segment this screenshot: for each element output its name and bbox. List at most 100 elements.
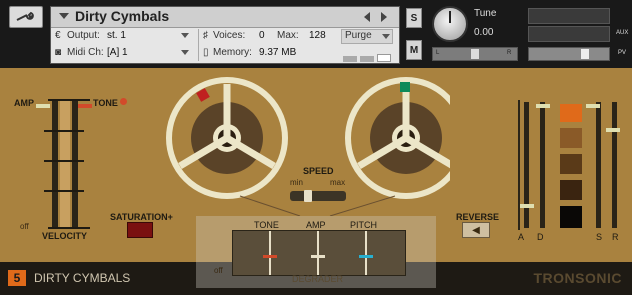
release-track[interactable] — [612, 102, 617, 228]
sustain-track[interactable] — [596, 102, 601, 228]
purge-bar — [343, 56, 357, 62]
adsr-level-block — [560, 206, 582, 228]
collapse-arrow-icon[interactable] — [59, 13, 69, 19]
output-dropdown-icon[interactable] — [181, 33, 189, 38]
volume-slider[interactable] — [528, 47, 610, 61]
brand-logo: TRONSONIC — [533, 270, 622, 286]
release-marker[interactable] — [606, 128, 620, 132]
purge-dropdown-icon — [382, 34, 390, 39]
adsr-level-block — [560, 154, 582, 174]
pan-handle[interactable] — [471, 49, 479, 59]
decay-marker[interactable] — [536, 104, 550, 108]
tune-label: Tune — [474, 8, 497, 19]
adsr-sustain-label: S — [596, 232, 603, 242]
mute-button[interactable]: M — [406, 40, 422, 60]
speed-slider[interactable] — [290, 190, 346, 202]
velocity-bottom-rail — [48, 227, 90, 229]
midi-icon: ◙ — [55, 47, 62, 58]
adsr-level-block — [560, 104, 582, 122]
amp-marker[interactable] — [36, 104, 50, 108]
aux-label[interactable]: AUX — [616, 30, 628, 36]
degrader-amp-track[interactable] — [317, 231, 319, 275]
memory-label: Memory: — [213, 47, 252, 58]
speed-label: SPEED — [303, 166, 334, 176]
purge-button[interactable]: Purge — [341, 29, 393, 44]
voices-icon: ♯ — [203, 30, 208, 41]
midi-channel-label: Midi Ch: — [67, 47, 104, 58]
sustain-marker[interactable] — [586, 104, 600, 108]
voices-label: Voices: — [213, 30, 246, 41]
reverse-label: REVERSE — [456, 212, 500, 222]
velocity-label: VELOCITY — [42, 231, 88, 241]
attack-track[interactable] — [524, 102, 529, 228]
degrader-pitch-label: PITCH — [350, 220, 377, 230]
instrument-name: DIRTY CYMBALS — [34, 271, 131, 285]
degrader-pitch-marker[interactable] — [359, 255, 373, 258]
level-meter-left — [528, 8, 610, 24]
pan-left-label: L — [436, 50, 440, 56]
memory-value: 9.37 MB — [259, 47, 297, 58]
level-meter-right — [528, 26, 610, 42]
velocity-amp-track[interactable] — [52, 101, 58, 227]
degrader-tone-marker[interactable] — [263, 255, 277, 258]
pan-right-label: R — [507, 50, 512, 56]
midi-dropdown-icon[interactable] — [181, 50, 189, 55]
degrader-tone-track[interactable] — [269, 231, 271, 275]
memory-icon: ▯ — [203, 47, 209, 58]
title-bar: Dirty Cymbals — [51, 7, 399, 28]
adsr-level-block — [560, 128, 582, 148]
speed-max-label: max — [330, 178, 346, 187]
velocity-center — [60, 101, 70, 227]
velocity-tick — [44, 190, 84, 192]
saturation-button[interactable] — [127, 222, 153, 238]
purge-indicator — [343, 49, 394, 67]
decay-track[interactable] — [540, 102, 545, 228]
wrench-icon[interactable] — [9, 6, 43, 28]
output-icon: € — [55, 30, 61, 41]
knob-indicator — [449, 11, 451, 23]
prev-instrument-icon[interactable] — [364, 12, 370, 22]
adsr-release-label: R — [612, 232, 619, 242]
output-value[interactable]: st. 1 — [107, 30, 126, 41]
attack-marker[interactable] — [520, 204, 534, 208]
instrument-number-badge: 5 — [8, 270, 26, 286]
output-label: Output: — [67, 30, 100, 41]
speed-handle[interactable] — [304, 190, 312, 202]
velocity-tick — [44, 160, 84, 162]
pan-slider[interactable]: L R — [432, 47, 518, 61]
voices-value: 0 — [259, 30, 265, 41]
tone-indicator-light — [120, 98, 127, 105]
tone-label: TONE — [93, 98, 118, 108]
divider — [198, 29, 199, 61]
midi-channel-value[interactable]: [A] 1 — [107, 47, 128, 58]
adsr-level-block — [560, 180, 582, 200]
tune-value[interactable]: 0.00 — [474, 27, 493, 38]
max-voices-label: Max: — [277, 30, 299, 41]
velocity-tone-track[interactable] — [72, 101, 78, 227]
pv-label[interactable]: PV — [618, 50, 626, 56]
max-voices-value[interactable]: 128 — [309, 30, 326, 41]
speed-min-label: min — [290, 178, 303, 187]
adsr-attack-label: A — [518, 232, 525, 242]
degrader-label: DEGRADER — [292, 274, 344, 284]
degrader-amp-marker[interactable] — [311, 255, 325, 258]
degrader-section: TONE AMP PITCH off DEGRADER — [196, 216, 436, 288]
purge-bar — [360, 56, 374, 62]
instrument-title[interactable]: Dirty Cymbals — [75, 8, 169, 24]
solo-button[interactable]: S — [406, 8, 422, 28]
tune-knob[interactable] — [432, 6, 468, 42]
amp-label: AMP — [14, 98, 34, 108]
purge-label: Purge — [345, 30, 372, 41]
left-reel[interactable] — [166, 77, 288, 199]
degrader-amp-label: AMP — [306, 220, 326, 230]
degrader-pitch-track[interactable] — [365, 231, 367, 275]
next-instrument-icon[interactable] — [381, 12, 387, 22]
reverse-button[interactable]: ◀ — [462, 222, 490, 238]
degrader-display — [232, 230, 406, 276]
volume-handle[interactable] — [581, 49, 589, 59]
tone-marker[interactable] — [78, 104, 92, 108]
velocity-tick — [44, 130, 84, 132]
right-reel[interactable] — [345, 77, 450, 199]
instrument-header-box: Dirty Cymbals € Output: st. 1 ♯ Voices: … — [50, 6, 400, 64]
velocity-off-label: off — [20, 222, 29, 231]
